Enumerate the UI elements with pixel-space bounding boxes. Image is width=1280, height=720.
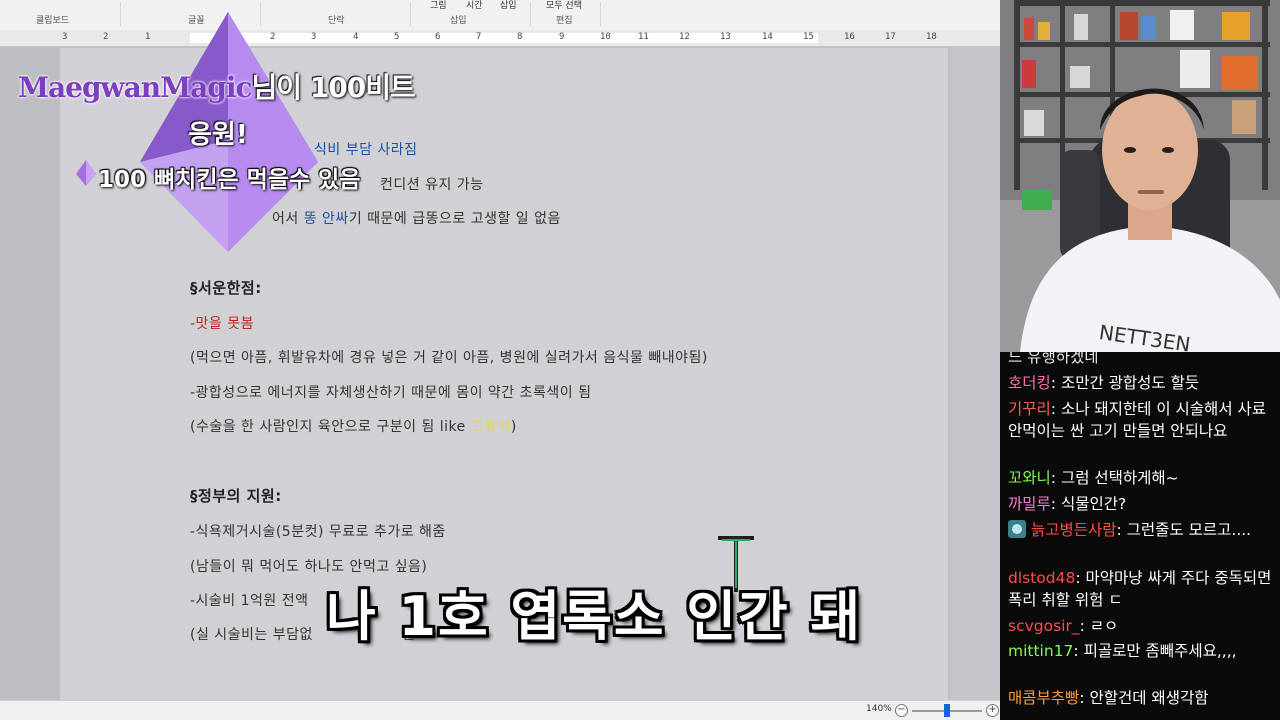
doc-line: -시술비 1억원 전액 (190, 593, 309, 609)
ruler-number: 7 (476, 32, 482, 42)
chat-message: dlstod48: 마약마냥 싸게 주다 중독되면 폭리 취할 위험 ㄷ (1008, 569, 1272, 609)
ruler-number: 8 (517, 32, 523, 42)
chat-nick[interactable]: 늙고병든사람 (1031, 521, 1117, 539)
chat-text: 식물인간? (1060, 495, 1127, 513)
ribbon-group-edit: 편집 (556, 16, 573, 26)
chat-text: 조만간 광합성도 할듯 (1060, 374, 1200, 392)
alert-subtitle: 응원! (188, 120, 248, 150)
zoom-slider-thumb[interactable] (944, 704, 950, 717)
vertical-scroll-area[interactable] (950, 46, 1000, 700)
doc-line: -맛을 못봄 (190, 316, 255, 332)
chat-message: 늙고병든사람: 그런줄도 모르고.... (1008, 519, 1272, 541)
chat-nick[interactable]: 까밀루 (1008, 495, 1051, 513)
chat-nick[interactable]: 호더킹 (1008, 374, 1051, 392)
video-caption: 나 1호 엽록소 인간 돼 (326, 585, 863, 648)
ruler-number: 11 (638, 32, 649, 42)
bits-gem-icon (76, 160, 96, 186)
zoom-in-button[interactable]: + (986, 704, 999, 717)
ribbon-separator (530, 2, 531, 26)
doc-line: (먹으면 아픔, 휘발유차에 경유 넣은 거 같이 아픔, 병원에 실려가서 음… (190, 350, 708, 366)
chat-nick[interactable]: 꼬와니 (1008, 469, 1051, 487)
section-heading: §서운한점: (190, 279, 262, 297)
chat-message: 까밀루: 식물인간? (1008, 495, 1127, 513)
chat-message: 매콤부추빵: 안할건데 왜생각함 (1008, 689, 1209, 707)
chat-message: mittin17: 피골로만 좀빼주세요,,,, (1008, 642, 1237, 660)
ruler-number: 9 (559, 32, 565, 42)
doc-line: -광합성으로 에너지를 자체생산하기 때문에 몸이 약간 초록색이 됨 (190, 385, 592, 401)
chat-nick[interactable]: 기꾸리 (1008, 400, 1051, 418)
zoom-out-button[interactable]: − (895, 704, 908, 717)
ruler-number: 17 (885, 32, 896, 42)
ruler-number: 15 (803, 32, 814, 42)
chat-panel: 드 유행하겠네 호더킹: 조만간 광합성도 할듯 기꾸리: 소나 돼지한테 이 … (1000, 352, 1280, 720)
chat-nick[interactable]: 매콤부추빵 (1008, 689, 1079, 707)
ruler-number: 10 (600, 32, 611, 42)
ruler-number: 12 (679, 32, 690, 42)
ruler-number: 14 (762, 32, 773, 42)
chat-text: 그런줄도 모르고.... (1126, 521, 1252, 539)
section-heading: §정부의 지원: (190, 487, 282, 505)
chat-nick[interactable]: mittin17 (1008, 642, 1073, 660)
chat-message: 호더킹: 조만간 광합성도 할듯 (1008, 374, 1200, 392)
chat-message: 기꾸리: 소나 돼지한테 이 시술해서 사료 안먹이는 싼 고기 만들면 안되나… (1008, 400, 1267, 440)
ribbon-insert-object[interactable]: 삽입 (500, 0, 517, 11)
donation-alert: MaegwanMagic님이 100비트 응원! 100 뼈치킨은 먹을수 있음 (0, 0, 460, 260)
alert-title: MaegwanMagic님이 100비트 (18, 71, 416, 104)
doc-line: (수술을 한 사람인지 육안으로 구분이 됨 like 도황색) (190, 419, 517, 435)
webcam-scene-icon: NETT3EN (1000, 0, 1280, 352)
chat-message: scvgosir_: ㄹㅇ (1008, 617, 1119, 635)
ruler-number: 18 (926, 32, 937, 42)
chat-partial-message: 드 유행하겠네 (1008, 352, 1099, 366)
ruler-number: 16 (844, 32, 855, 42)
chat-text: ㄹㅇ (1089, 617, 1119, 635)
chat-message: 꼬와니: 그럼 선택하게해~ (1008, 469, 1179, 487)
chat-nick[interactable]: scvgosir_ (1008, 617, 1080, 635)
chat-nick[interactable]: dlstod48 (1008, 569, 1075, 587)
ribbon-select-all[interactable]: 모두 선택 (546, 0, 582, 11)
ribbon-insert-time[interactable]: 시간 (466, 0, 483, 11)
zoom-level: 140% (866, 704, 892, 714)
status-bar: 140% − + (0, 700, 1000, 720)
ruler-number: 13 (720, 32, 731, 42)
chat-text: 피골로만 좀빼주세요,,,, (1083, 642, 1237, 660)
chat-text: 그럼 선택하게해~ (1060, 469, 1179, 487)
doc-line: -식욕제거시술(5분컷) 무료로 추가로 해줌 (190, 524, 446, 540)
alert-message: 100 뼈치킨은 먹을수 있음 (98, 167, 361, 193)
subscriber-badge-icon (1008, 520, 1026, 538)
webcam-feed: NETT3EN (1000, 0, 1280, 352)
chat-text: 안할건데 왜생각함 (1089, 689, 1209, 707)
ribbon-separator (600, 2, 601, 26)
doc-line: (실 시술비는 부담없 (190, 627, 313, 643)
